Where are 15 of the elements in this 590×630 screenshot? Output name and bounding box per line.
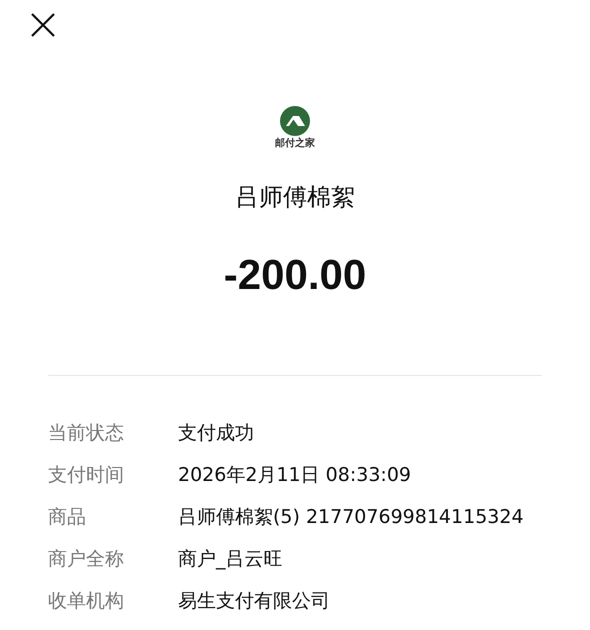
detail-label: 商户全称 bbox=[48, 547, 125, 572]
detail-value: 吕师傅棉絮(5) 217707699814115324 bbox=[178, 505, 524, 530]
payment-amount: -200.00 bbox=[222, 251, 368, 299]
merchant-name: 吕师傅棉絮 bbox=[234, 182, 356, 213]
close-icon[interactable] bbox=[30, 12, 56, 38]
detail-value: 易生支付有限公司 bbox=[178, 589, 330, 614]
detail-value: 2026年2月11日 08:33:09 bbox=[178, 463, 411, 488]
detail-value: 商户_吕云旺 bbox=[178, 547, 282, 572]
detail-label: 商品 bbox=[48, 505, 87, 530]
detail-label: 支付时间 bbox=[48, 463, 125, 488]
house-logo-icon bbox=[280, 106, 310, 136]
detail-value: 支付成功 bbox=[178, 421, 254, 446]
logo-text: 邮付之家 bbox=[275, 138, 315, 149]
detail-label: 收单机构 bbox=[48, 589, 125, 614]
detail-label: 当前状态 bbox=[48, 421, 125, 446]
